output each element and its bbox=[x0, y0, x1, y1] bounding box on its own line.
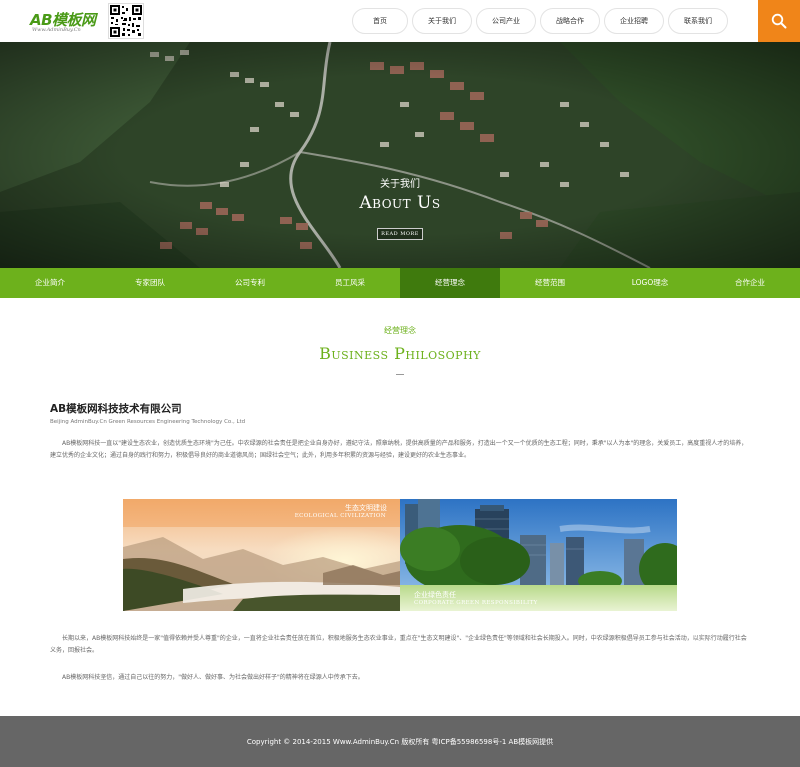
footer: Copyright © 2014-2015 Www.AdminBuy.Cn 版权… bbox=[0, 716, 800, 767]
intro-paragraph: AB模板网科技一直以"建设生态农业，创造优质生态环境"为己任。中农绿源的社会责任… bbox=[50, 440, 748, 459]
banner-title: About Us bbox=[359, 193, 441, 213]
search-icon bbox=[771, 13, 787, 29]
search-button[interactable] bbox=[758, 0, 800, 42]
subnav-experts[interactable]: 专家团队 bbox=[100, 268, 200, 298]
company-name-en: Beijing AdminBuy.Cn Green Resources Engi… bbox=[50, 419, 246, 425]
section-title-cn: 经营理念 bbox=[384, 326, 416, 335]
nav-about[interactable]: 关于我们 bbox=[412, 8, 472, 34]
qr-code-icon bbox=[108, 3, 144, 39]
section-divider bbox=[396, 374, 404, 375]
responsibility-paragraph: 长期以来，AB模板网科技始终是一家"值得依赖并受人尊重"的企业，一直将企业社会责… bbox=[50, 635, 747, 654]
caption-ecology-en: ECOLOGICAL CIVILIZATION bbox=[294, 513, 386, 519]
subnav-partners[interactable]: 合作企业 bbox=[700, 268, 800, 298]
caption-green-en: CORPORATE GREEN RESPONSIBILITY bbox=[414, 600, 538, 606]
caption-ecology-cn: 生态文明建设 bbox=[345, 504, 387, 512]
main-nav: 首页 关于我们 公司产业 战略合作 企业招聘 联系我们 bbox=[352, 8, 732, 34]
site-logo[interactable]: AB模板网 Www.AdminBuy.Cn bbox=[30, 9, 102, 35]
read-more-button[interactable]: READ MORE bbox=[377, 228, 423, 240]
nav-industry[interactable]: 公司产业 bbox=[476, 8, 536, 34]
nav-cooperation[interactable]: 战略合作 bbox=[540, 8, 600, 34]
subnav-staff[interactable]: 员工风采 bbox=[300, 268, 400, 298]
copyright-text: Copyright © 2014-2015 Www.AdminBuy.Cn 版权… bbox=[246, 738, 554, 746]
subnav-philosophy[interactable]: 经营理念 bbox=[400, 268, 500, 298]
belief-paragraph: AB模板网科技坚信，通过自己以往的努力，"做好人、做好事、为社会做出好样子"的精… bbox=[62, 674, 364, 681]
subnav-patents[interactable]: 公司专利 bbox=[200, 268, 300, 298]
banner-subtitle: 关于我们 bbox=[380, 179, 420, 190]
nav-home[interactable]: 首页 bbox=[352, 8, 408, 34]
section-title-en: Business Philosophy bbox=[319, 344, 481, 363]
sub-nav: 企业简介 专家团队 公司专利 员工风采 经营理念 经营范围 LOGO理念 合作企… bbox=[0, 268, 800, 298]
logo-subtitle: Www.AdminBuy.Cn bbox=[32, 27, 81, 33]
header: AB模板网 Www.AdminBuy.Cn 首页 关于我们 公司产业 战略合作 … bbox=[0, 0, 800, 42]
hero-banner: 关于我们 About Us READ MORE bbox=[0, 42, 800, 268]
nav-contact[interactable]: 联系我们 bbox=[668, 8, 728, 34]
company-name: AB模板网科技技术有限公司 bbox=[50, 403, 182, 415]
subnav-logo[interactable]: LOGO理念 bbox=[600, 268, 700, 298]
subnav-scope[interactable]: 经营范围 bbox=[500, 268, 600, 298]
subnav-intro[interactable]: 企业简介 bbox=[0, 268, 100, 298]
caption-green-cn: 企业绿色责任 bbox=[414, 591, 456, 599]
nav-jobs[interactable]: 企业招聘 bbox=[604, 8, 664, 34]
